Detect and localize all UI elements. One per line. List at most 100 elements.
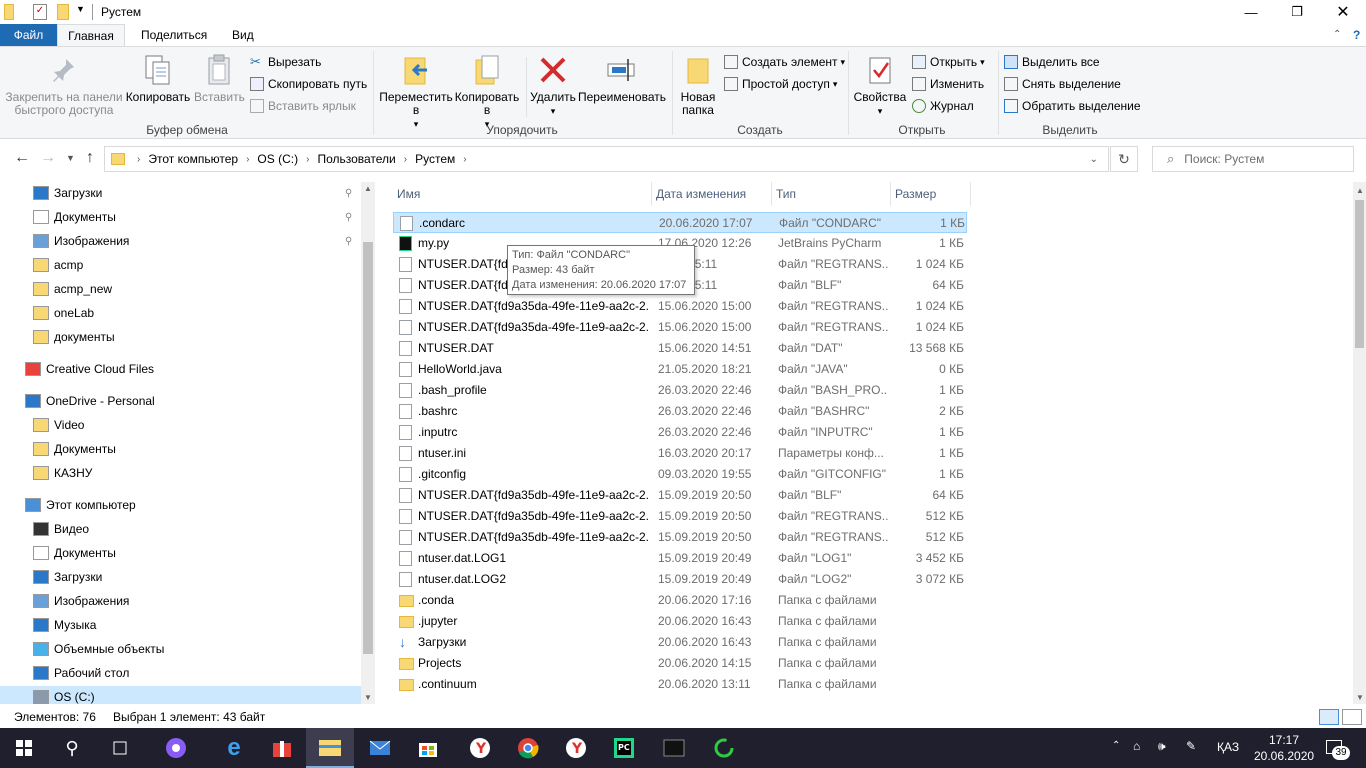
terminal-icon[interactable] [650, 728, 698, 768]
nav-item[interactable]: КАЗНУ [33, 462, 92, 484]
file-list-scrollbar[interactable]: ▲ ▼ [1353, 182, 1366, 704]
breadcrumb-this-pc[interactable]: Этот компьютер [148, 152, 238, 166]
file-row[interactable]: ntuser.ini 16.03.2020 20:17 Параметры конф… [393, 443, 967, 464]
windows-start-icon[interactable] [0, 728, 48, 768]
nav-item[interactable]: Музыка [33, 614, 96, 636]
nav-item[interactable]: Загрузки [33, 566, 102, 588]
nav-item[interactable]: Документы [33, 542, 116, 564]
maximize-button[interactable]: ❐ [1274, 0, 1320, 24]
nav-item[interactable]: Загрузки [33, 182, 102, 204]
language-indicator[interactable]: ҚАЗ [1217, 740, 1239, 754]
file-row[interactable]: .conda 20.06.2020 17:16 Папка с файлами [393, 590, 967, 611]
file-row[interactable]: NTUSER.DAT{fd9a35da-49fe-11e9-aa2c-2... 1… [393, 317, 967, 338]
rename-button[interactable]: Переименовать [578, 53, 666, 104]
paste-shortcut-button[interactable]: Вставить ярлык [250, 97, 356, 115]
select-none-button[interactable]: Снять выделение [1004, 75, 1121, 93]
nav-item[interactable]: oneLab [33, 302, 94, 324]
address-bar[interactable]: › Этот компьютер › OS (C:) › Пользовател… [104, 146, 1109, 172]
tab-view[interactable]: Вид [219, 24, 267, 46]
volume-icon[interactable]: 🕪 [1158, 739, 1166, 754]
network-icon[interactable]: ⌂ [1133, 739, 1140, 753]
nav-item[interactable]: Видео [33, 518, 89, 540]
new-folder-quick-icon[interactable] [57, 4, 69, 20]
move-to-button[interactable]: Переместить в ▾ [378, 53, 454, 131]
chrome-icon[interactable] [504, 728, 552, 768]
store-icon[interactable] [404, 728, 452, 768]
copy-to-button[interactable]: Копировать в ▾ [452, 53, 522, 131]
file-explorer-taskbar-icon[interactable] [306, 728, 354, 768]
close-button[interactable]: ✕ [1320, 0, 1366, 24]
edit-button[interactable]: Изменить [912, 75, 984, 93]
help-icon[interactable]: ? [1340, 24, 1366, 46]
delete-button[interactable]: Удалить ▾ [528, 53, 578, 118]
file-row[interactable]: NTUSER.DAT 15.06.2020 14:51 Файл "DAT" 13 5… [393, 338, 967, 359]
tab-share[interactable]: Поделиться [128, 24, 220, 46]
nav-scrollbar[interactable]: ▲ ▼ [361, 182, 375, 704]
nav-item[interactable]: acmp [33, 254, 83, 276]
details-view-icon[interactable] [1319, 709, 1339, 725]
address-dropdown-icon[interactable]: ⌄ [1090, 154, 1098, 165]
column-date[interactable]: Дата изменения [652, 182, 772, 206]
pin-icon[interactable]: ⚲ [345, 212, 355, 224]
copy-button[interactable]: Копировать [124, 53, 192, 104]
nav-item[interactable]: OneDrive - Personal [25, 390, 155, 412]
paste-button[interactable]: Вставить [194, 53, 245, 104]
file-row[interactable]: ↓ Загрузки 20.06.2020 16:43 Папка с файлами [393, 632, 967, 653]
select-all-button[interactable]: Выделить все [1004, 53, 1100, 71]
nav-item[interactable]: Этот компьютер [25, 494, 136, 516]
refresh-app-icon[interactable] [700, 728, 748, 768]
yandex-browser-icon[interactable]: Y [456, 728, 504, 768]
edge-browser-icon[interactable]: e [210, 728, 258, 768]
nav-item[interactable]: Объемные объекты [33, 638, 164, 660]
back-arrow-icon[interactable]: ← [14, 149, 30, 167]
tray-chevron-icon[interactable]: ⌃ [1112, 740, 1120, 751]
nav-item[interactable]: Creative Cloud Files [25, 358, 154, 380]
file-row[interactable]: .gitconfig 09.03.2020 19:55 Файл "GITCONFI… [393, 464, 967, 485]
open-button[interactable]: Открыть ▾ [912, 53, 985, 71]
refresh-icon[interactable]: ↻ [1110, 146, 1138, 172]
file-row[interactable]: .bash_profile 26.03.2020 22:46 Файл "BASH_… [393, 380, 967, 401]
search-input[interactable]: ⌕ Поиск: Рустем [1152, 146, 1354, 172]
copy-path-button[interactable]: Скопировать путь [250, 75, 367, 93]
nav-item[interactable]: Рабочий стол [33, 662, 129, 684]
file-row[interactable]: .inputrc 26.03.2020 22:46 Файл "INPUTRC" 1 … [393, 422, 967, 443]
nav-item[interactable]: Изображения [33, 230, 129, 252]
search-icon[interactable]: ⚲ [48, 728, 96, 768]
file-row[interactable]: .bashrc 26.03.2020 22:46 Файл "BASHRC" 2 КБ [393, 401, 967, 422]
column-name[interactable]: Имя [393, 182, 652, 206]
properties-quick-icon[interactable]: ✓ [33, 4, 47, 20]
nav-item[interactable]: acmp_new [33, 278, 112, 300]
file-row[interactable]: NTUSER.DAT{fd9a35db-49fe-11e9-aa2c-2... 1… [393, 527, 967, 548]
new-folder-button[interactable]: Новая папка [676, 53, 720, 117]
cut-button[interactable]: ✂ Вырезать [250, 53, 321, 71]
file-row[interactable]: HelloWorld.java 21.05.2020 18:21 Файл "JAV… [393, 359, 967, 380]
recent-dropdown-icon[interactable]: ▼ [66, 153, 75, 163]
properties-button[interactable]: Свойства ▾ [852, 53, 908, 118]
new-item-button[interactable]: Создать элемент ▾ [724, 53, 845, 71]
gift-app-icon[interactable] [258, 728, 306, 768]
file-row[interactable]: ntuser.dat.LOG1 15.09.2019 20:49 Файл "LOG… [393, 548, 967, 569]
column-size[interactable]: Размер [891, 182, 971, 206]
file-row[interactable]: .jupyter 20.06.2020 16:43 Папка с файлами [393, 611, 967, 632]
minimize-button[interactable]: — [1228, 0, 1274, 24]
breadcrumb-users[interactable]: Пользователи [317, 152, 395, 166]
quick-access-dropdown-icon[interactable]: ▼ [76, 4, 85, 20]
file-row[interactable]: .condarc 20.06.2020 17:07 Файл "CONDARC" 1 … [393, 212, 967, 233]
easy-access-button[interactable]: Простой доступ ▾ [724, 75, 837, 93]
tab-file[interactable]: Файл [0, 24, 57, 46]
nav-item[interactable]: документы [33, 326, 115, 348]
yandex-icon[interactable]: Y [552, 728, 600, 768]
pin-icon[interactable]: ⚲ [345, 188, 355, 200]
breadcrumb-drive[interactable]: OS (C:) [257, 152, 298, 166]
column-type[interactable]: Тип [772, 182, 891, 206]
nav-item[interactable]: Video [33, 414, 84, 436]
pen-icon[interactable]: ✎ [1186, 739, 1196, 753]
file-row[interactable]: NTUSER.DAT{fd9a35da-49fe-11e9-aa2c-2... 1… [393, 296, 967, 317]
file-row[interactable]: Projects 20.06.2020 14:15 Папка с файлами [393, 653, 967, 674]
pin-icon[interactable]: ⚲ [345, 236, 355, 248]
clock[interactable]: 17:17 20.06.2020 [1254, 732, 1314, 764]
nav-item[interactable]: Документы [33, 206, 116, 228]
pycharm-icon[interactable]: PC [600, 728, 648, 768]
file-row[interactable]: NTUSER.DAT{fd9a35db-49fe-11e9-aa2c-2... 1… [393, 506, 967, 527]
history-button[interactable]: Журнал [912, 97, 974, 115]
